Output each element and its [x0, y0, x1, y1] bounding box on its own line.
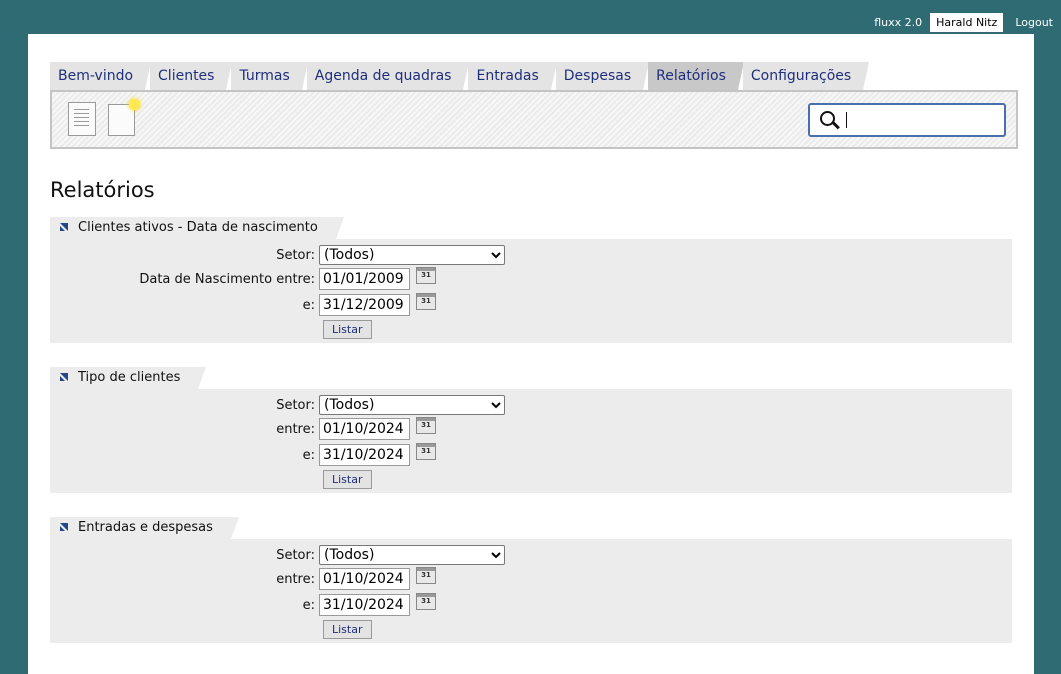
listar-button[interactable]: Listar [323, 320, 372, 339]
listar-button[interactable]: Listar [323, 470, 372, 489]
expand-arrow-icon [60, 523, 68, 531]
logout-link[interactable]: Logout [1009, 16, 1061, 29]
magnifier-icon [820, 111, 835, 126]
section-header[interactable]: Clientes ativos - Data de nascimento [50, 217, 344, 239]
section-header[interactable]: Entradas e despesas [50, 517, 239, 539]
tab-relatorios[interactable]: Relatórios [648, 62, 744, 90]
from-date-label: entre: [276, 421, 315, 437]
setor-row: Setor: (Todos) [50, 545, 505, 565]
user-name[interactable]: Harald Nitz [930, 13, 1004, 32]
calendar-icon[interactable]: 31 [416, 592, 436, 610]
to-date-label: e: [302, 297, 315, 313]
app-version: fluxx 2.0 [874, 16, 923, 29]
expand-arrow-icon [60, 223, 68, 231]
section-header[interactable]: Tipo de clientes [50, 367, 207, 389]
tab-clientes[interactable]: Clientes [150, 62, 233, 90]
to-date-row: e: 31 [50, 292, 436, 316]
from-date-input[interactable] [319, 568, 410, 590]
calendar-icon[interactable]: 31 [416, 266, 436, 284]
report-section-income-expenses: Entradas e despesas Setor: (Todos) entre… [50, 516, 1012, 643]
section-body: Setor: (Todos) entre: 31 e: 31 Listar [50, 389, 1012, 493]
search-input[interactable] [844, 109, 994, 129]
setor-label: Setor: [276, 247, 315, 263]
tab-agenda-de-quadras[interactable]: Agenda de quadras [306, 62, 470, 90]
to-date-input[interactable] [319, 294, 410, 316]
button-row: Listar [323, 320, 372, 339]
setor-select[interactable]: (Todos) [319, 245, 505, 265]
tab-entradas[interactable]: Entradas [468, 62, 558, 90]
from-date-label: entre: [276, 571, 315, 587]
report-section-birthdates: Clientes ativos - Data de nascimento Set… [50, 216, 1012, 343]
to-date-label: e: [302, 447, 315, 463]
main-panel: Bem-vindo Clientes Turmas Agenda de quad… [28, 34, 1034, 674]
setor-label: Setor: [276, 547, 315, 563]
to-date-input[interactable] [319, 444, 410, 466]
tab-turmas[interactable]: Turmas [231, 62, 309, 90]
toolbar [50, 90, 1018, 149]
setor-select[interactable]: (Todos) [319, 545, 505, 565]
text-cursor [846, 112, 847, 128]
from-date-input[interactable] [319, 418, 410, 440]
calendar-icon[interactable]: 31 [416, 292, 436, 310]
document-list-icon[interactable] [68, 102, 96, 136]
to-date-label: e: [302, 597, 315, 613]
tab-bem-vindo[interactable]: Bem-vindo [50, 62, 152, 90]
search-box [808, 103, 1006, 137]
section-title: Tipo de clientes [78, 370, 181, 385]
calendar-icon[interactable]: 31 [416, 442, 436, 460]
from-date-input[interactable] [319, 268, 410, 290]
section-body: Setor: (Todos) entre: 31 e: 31 Listar [50, 539, 1012, 643]
to-date-input[interactable] [319, 594, 410, 616]
from-date-row: Data de Nascimento entre: 31 [50, 266, 436, 290]
from-date-row: entre: 31 [50, 566, 436, 590]
to-date-row: e: 31 [50, 592, 436, 616]
section-title: Clientes ativos - Data de nascimento [78, 220, 318, 235]
from-date-row: entre: 31 [50, 416, 436, 440]
listar-button[interactable]: Listar [323, 620, 372, 639]
sparkle-icon [129, 99, 140, 110]
new-document-icon[interactable] [108, 99, 140, 136]
top-bar: fluxx 2.0 Harald Nitz Logout [866, 12, 1061, 33]
calendar-icon[interactable]: 31 [416, 566, 436, 584]
setor-row: Setor: (Todos) [50, 395, 505, 415]
section-body: Setor: (Todos) Data de Nascimento entre:… [50, 239, 1012, 343]
calendar-icon[interactable]: 31 [416, 416, 436, 434]
report-section-client-types: Tipo de clientes Setor: (Todos) entre: 3… [50, 366, 1012, 493]
button-row: Listar [323, 620, 372, 639]
page-title: Relatórios [50, 178, 155, 202]
tab-despesas[interactable]: Despesas [555, 62, 650, 90]
setor-label: Setor: [276, 397, 315, 413]
button-row: Listar [323, 470, 372, 489]
to-date-row: e: 31 [50, 442, 436, 466]
section-title: Entradas e despesas [78, 520, 213, 535]
setor-row: Setor: (Todos) [50, 245, 505, 265]
tab-bar: Bem-vindo Clientes Turmas Agenda de quad… [50, 62, 870, 90]
from-date-label: Data de Nascimento entre: [139, 271, 315, 287]
expand-arrow-icon [60, 373, 68, 381]
tab-configuracoes[interactable]: Configurações [742, 62, 870, 90]
setor-select[interactable]: (Todos) [319, 395, 505, 415]
